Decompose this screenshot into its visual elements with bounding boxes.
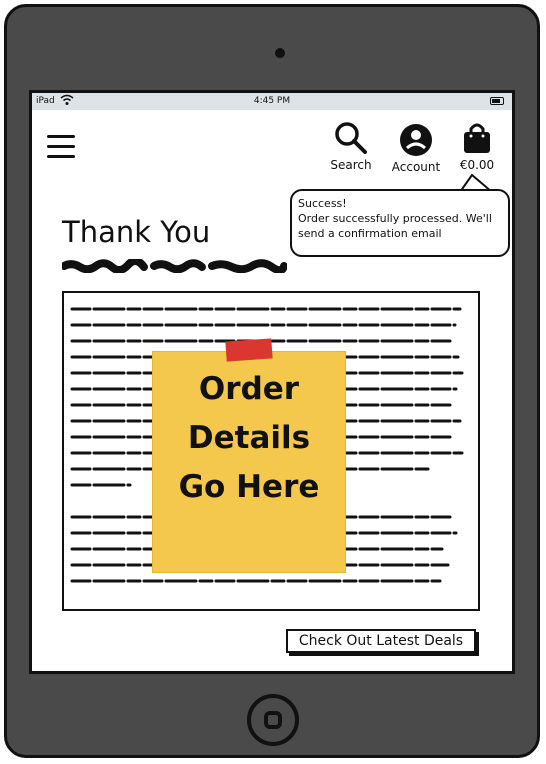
account-button[interactable]: Account [389,123,443,174]
account-label: Account [391,160,441,174]
search-button[interactable]: Search [326,121,376,172]
search-label: Search [330,158,372,172]
battery-icon [490,97,504,105]
success-toast: Success! Order successfully processed. W… [290,189,510,257]
screen: iPad 4:45 PM Search Account €0.00 Succes… [29,90,515,674]
note-line-3: Go Here [178,469,320,505]
note-line-2: Details [187,420,311,456]
cart-amount: €0.00 [459,158,495,172]
shopping-bag-icon [464,123,490,153]
note-line-1: Order [198,371,300,407]
camera-icon [275,48,285,58]
subtitle-placeholder [62,259,287,273]
status-time: 4:45 PM [253,96,291,106]
sticky-note-text: Order Details Go Here [152,365,346,512]
toast-title: Success! [298,197,347,210]
check-out-deals-button[interactable]: Check Out Latest Deals [286,629,476,653]
account-icon [400,124,432,156]
home-square-icon [264,711,282,729]
tape-strip [225,338,273,362]
status-bar: iPad 4:45 PM [32,93,512,110]
home-button[interactable] [247,694,299,746]
toast-message: Order successfully processed. We'll send… [298,212,492,240]
page-title: Thank You [62,215,211,249]
cart-button[interactable]: €0.00 [456,121,498,172]
sticky-note: Order Details Go Here [152,351,346,573]
search-icon [335,122,367,154]
hamburger-menu-button[interactable] [47,135,75,159]
